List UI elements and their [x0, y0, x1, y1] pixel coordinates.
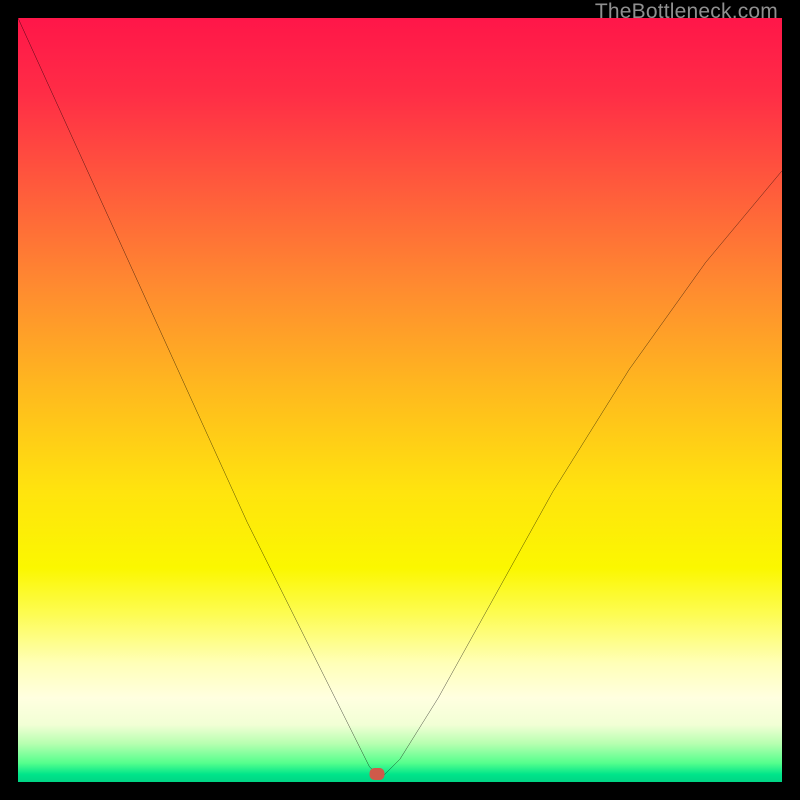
curve-path — [18, 18, 782, 774]
chart-frame: TheBottleneck.com — [0, 0, 800, 800]
plot-area — [18, 18, 782, 782]
bottleneck-curve — [18, 18, 782, 782]
optimum-marker — [370, 768, 385, 780]
